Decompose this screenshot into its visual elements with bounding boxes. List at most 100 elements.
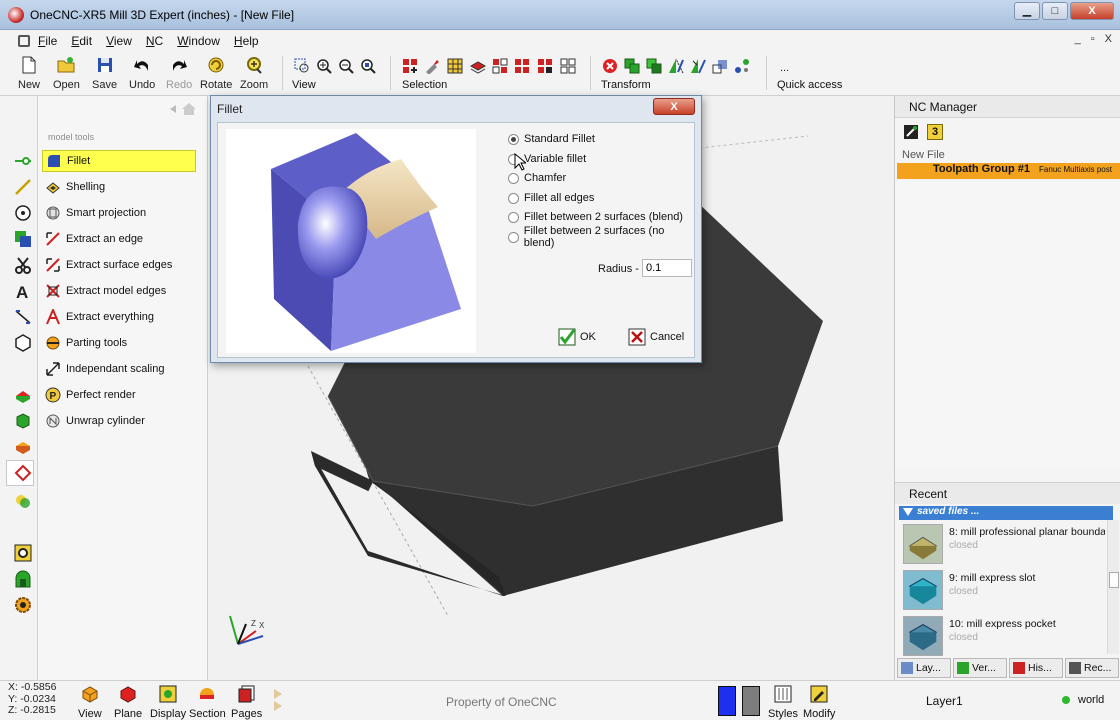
cam-tool-icon[interactable] xyxy=(14,544,32,562)
select-grid-icon[interactable] xyxy=(447,58,463,74)
select-layers-icon[interactable] xyxy=(470,58,486,74)
quick-access-label[interactable]: Quick access xyxy=(777,79,842,91)
menu-edit[interactable]: Edit xyxy=(71,34,92,48)
tool-extract-surface-edges[interactable]: Extract surface edges xyxy=(42,254,196,276)
scrollbar-thumb[interactable] xyxy=(1109,572,1119,588)
mdi-close-button[interactable]: X xyxy=(1105,33,1112,45)
open-button[interactable]: Open xyxy=(53,56,80,91)
radio-button[interactable] xyxy=(508,192,519,204)
home-nav-icon[interactable] xyxy=(168,102,198,116)
option-fillet-blend[interactable]: Fillet between 2 surfaces (blend) xyxy=(508,209,683,225)
zoom-in-icon[interactable] xyxy=(316,58,332,74)
ok-button[interactable]: OK xyxy=(558,327,596,347)
trim-scissors-icon[interactable] xyxy=(14,256,32,274)
quick-access-dots[interactable]: ... xyxy=(780,62,789,74)
menu-help[interactable]: Help xyxy=(234,34,259,48)
solid-tool-icon[interactable] xyxy=(14,334,32,352)
radio-button[interactable] xyxy=(508,133,519,145)
tool-extract-an-edge[interactable]: Extract an edge xyxy=(42,228,196,250)
cancel-button[interactable]: Cancel xyxy=(628,327,684,347)
save-button[interactable]: Save xyxy=(92,56,117,91)
dimension-tool-icon[interactable] xyxy=(14,308,32,326)
recent-scrollbar[interactable] xyxy=(1107,520,1119,654)
tool-unwrap-cylinder[interactable]: Unwrap cylinder xyxy=(42,410,196,432)
option-fillet-all-edges[interactable]: Fillet all edges xyxy=(508,190,594,206)
radio-button[interactable] xyxy=(508,211,519,223)
modify-button[interactable]: Modify xyxy=(803,685,835,720)
select-add-icon[interactable] xyxy=(402,58,418,74)
transform-dots-icon[interactable] xyxy=(734,58,750,74)
radius-input[interactable] xyxy=(642,259,692,277)
tool-shelling[interactable]: Shelling xyxy=(42,176,196,198)
minimize-button[interactable]: ▁ xyxy=(1014,2,1040,20)
menu-nc[interactable]: NC xyxy=(146,34,163,48)
copy-icon[interactable] xyxy=(646,58,662,74)
move-icon[interactable] xyxy=(624,58,640,74)
shade-tool-icon[interactable] xyxy=(14,386,32,404)
tab-versions[interactable]: Ver... xyxy=(953,658,1007,678)
undo-button[interactable]: Undo xyxy=(129,56,155,91)
mirror-icon[interactable] xyxy=(668,58,684,74)
maximize-button[interactable]: □ xyxy=(1042,2,1068,20)
green-cube-icon[interactable] xyxy=(14,412,32,430)
rotate-button[interactable]: Rotate xyxy=(200,56,232,91)
option-chamfer[interactable]: Chamfer xyxy=(508,170,566,186)
zoom-fit-icon[interactable] xyxy=(360,58,376,74)
nc-file-name[interactable]: New File xyxy=(902,149,945,161)
radio-button[interactable] xyxy=(508,172,519,184)
tool-parting-tools[interactable]: Parting tools xyxy=(42,332,196,354)
menu-view[interactable]: View xyxy=(106,34,132,48)
analyze-tool-icon[interactable] xyxy=(14,492,32,510)
new-button[interactable]: New xyxy=(18,56,40,91)
styles-button[interactable]: Styles xyxy=(768,685,798,720)
saved-files-bar[interactable]: saved files ... xyxy=(899,506,1113,520)
redo-button[interactable]: Redo xyxy=(166,56,192,91)
view-button[interactable]: View xyxy=(78,685,102,720)
plane-button[interactable]: Plane xyxy=(114,685,142,720)
delete-icon[interactable] xyxy=(602,58,618,74)
close-button[interactable]: X xyxy=(1070,2,1114,20)
select-none-icon[interactable] xyxy=(560,58,576,74)
scale-icon[interactable] xyxy=(690,58,706,74)
recent-item[interactable]: 10: mill express pocket closed xyxy=(901,614,1105,658)
tab-history[interactable]: His... xyxy=(1009,658,1063,678)
color-swatch-blue[interactable] xyxy=(718,686,736,716)
line-tool-icon[interactable] xyxy=(14,178,32,196)
settings-gear-icon[interactable] xyxy=(14,596,32,614)
point-tool-icon[interactable] xyxy=(14,152,32,170)
mdi-minimize-button[interactable]: _ xyxy=(1075,33,1081,45)
mdi-restore-button[interactable]: ▫ xyxy=(1091,33,1095,45)
recent-item[interactable]: 9: mill express slot closed xyxy=(901,568,1105,612)
tab-layers[interactable]: Lay... xyxy=(897,658,951,678)
tool-perfect-render[interactable]: P Perfect render xyxy=(42,384,196,406)
surface-tool-icon[interactable] xyxy=(14,230,32,248)
zoom-out-icon[interactable] xyxy=(338,58,354,74)
nc-badge[interactable]: 3 xyxy=(927,124,943,140)
nc-tree-area[interactable] xyxy=(895,182,1120,468)
recent-item[interactable]: 8: mill professional planar boundary clo… xyxy=(901,522,1105,566)
section-button[interactable]: Section xyxy=(189,685,226,720)
tool-independant-scaling[interactable]: Independant scaling xyxy=(42,358,196,380)
pocket-tool-icon[interactable] xyxy=(14,570,32,588)
tab-recent[interactable]: Rec... xyxy=(1065,658,1119,678)
app-logo-icon[interactable] xyxy=(8,7,24,23)
display-button[interactable]: Display xyxy=(150,685,186,720)
select-pattern-icon[interactable] xyxy=(492,58,508,74)
pages-button[interactable]: Pages xyxy=(231,685,262,720)
orange-block-icon[interactable] xyxy=(14,438,32,456)
option-fillet-no-blend[interactable]: Fillet between 2 surfaces (no blend) xyxy=(508,225,694,249)
select-invert-icon[interactable] xyxy=(537,58,553,74)
model-tools-icon[interactable] xyxy=(14,464,32,482)
array-icon[interactable] xyxy=(712,58,728,74)
select-all-icon[interactable] xyxy=(514,58,530,74)
tool-fillet[interactable]: Fillet xyxy=(42,150,196,172)
nc-tool-icon[interactable] xyxy=(903,124,919,140)
zoom-button[interactable]: Zoom xyxy=(240,56,268,91)
dialog-close-button[interactable]: X xyxy=(653,98,695,115)
zoom-window-icon[interactable] xyxy=(294,58,310,74)
circle-tool-icon[interactable] xyxy=(14,204,32,222)
menu-window[interactable]: Window xyxy=(177,34,220,48)
text-tool-icon[interactable]: A xyxy=(14,282,32,300)
option-standard-fillet[interactable]: Standard Fillet xyxy=(508,131,595,147)
menu-file[interactable]: File xyxy=(38,34,57,48)
